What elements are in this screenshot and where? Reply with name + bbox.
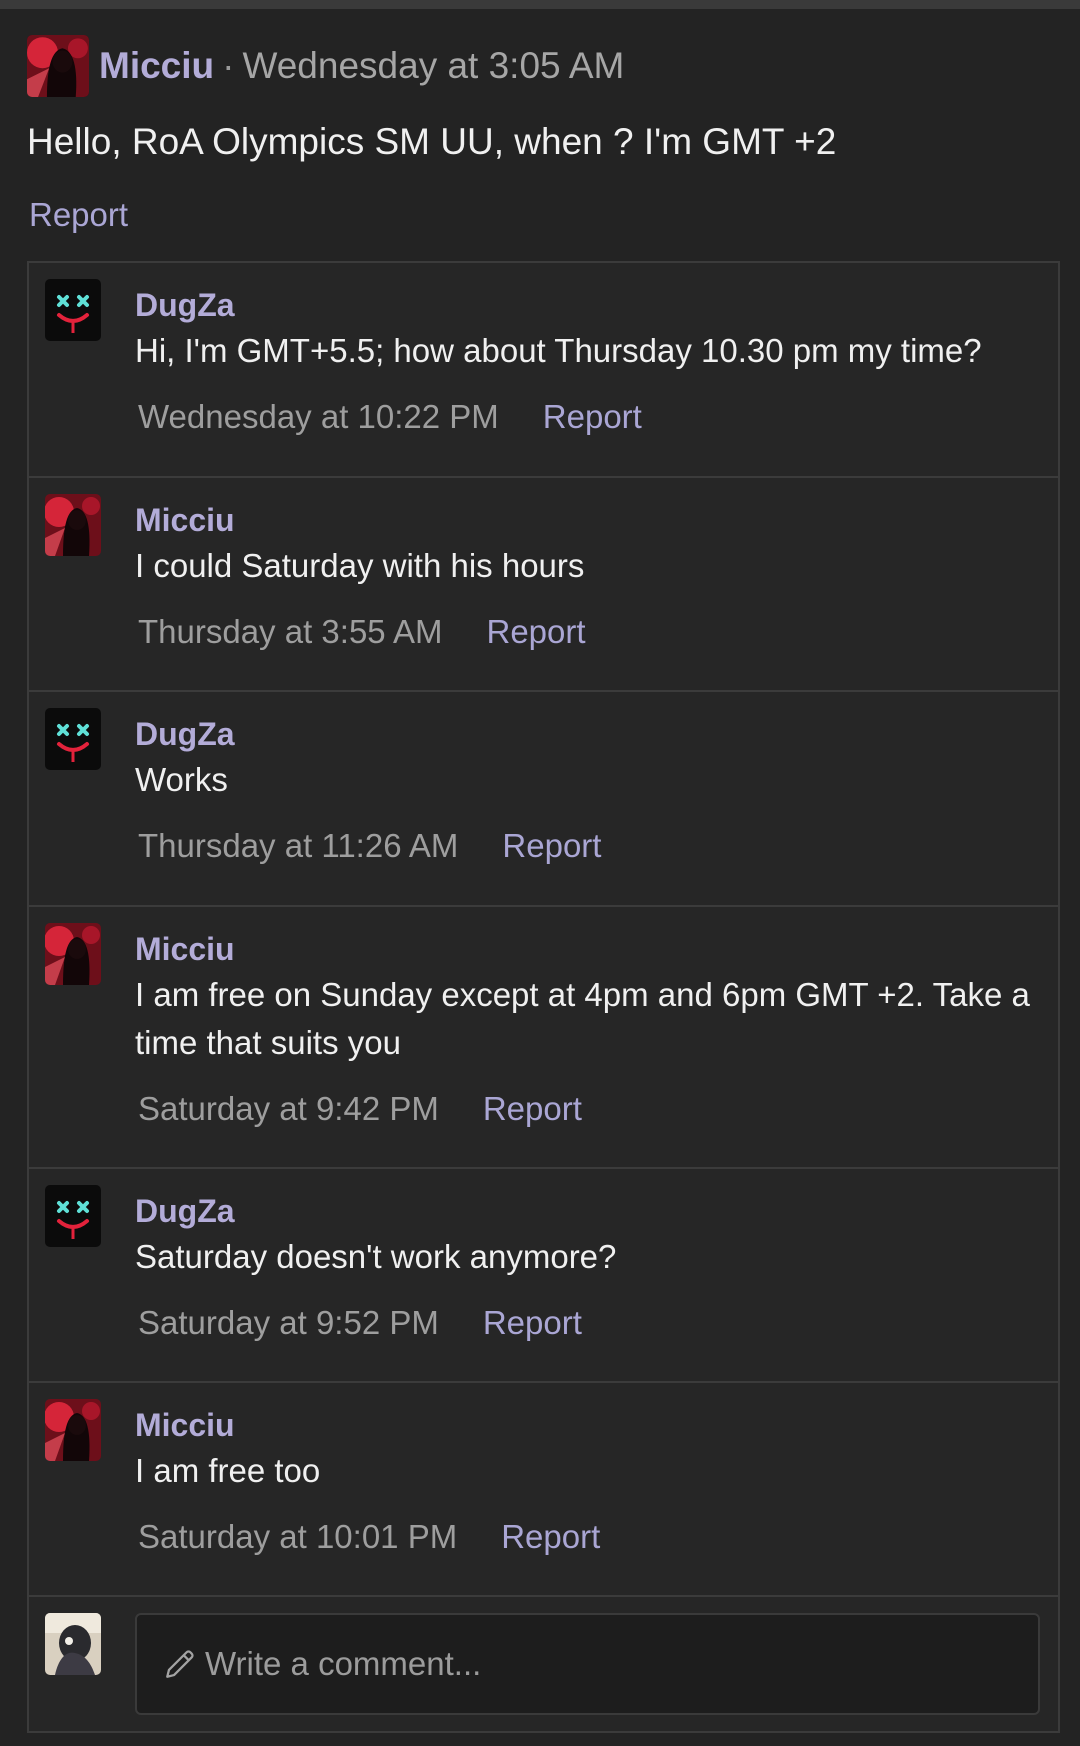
comment-report-link[interactable]: Report (487, 612, 586, 652)
comment-item: DugZa Works Thursday at 11:26 AM Report (29, 692, 1058, 907)
comment-author[interactable]: Micciu (135, 1405, 1042, 1445)
comment-meta: Saturday at 9:42 PM Report (135, 1089, 1042, 1129)
micciu-avatar[interactable] (27, 35, 89, 97)
micciu-avatar[interactable] (45, 923, 101, 985)
comment-meta: Saturday at 9:52 PM Report (135, 1303, 1042, 1343)
post-header: Micciu · Wednesday at 3:05 AM (27, 34, 1053, 98)
comment-timestamp[interactable]: Saturday at 10:01 PM (138, 1517, 457, 1557)
comment-report-link[interactable]: Report (543, 397, 642, 437)
micciu-avatar[interactable] (45, 494, 101, 556)
comment-item: Micciu I could Saturday with his hours T… (29, 478, 1058, 692)
pencil-icon (166, 1650, 194, 1678)
separator-dot: · (222, 45, 235, 86)
comment-item: DugZa Saturday doesn't work anymore? Sat… (29, 1169, 1058, 1383)
comment-timestamp[interactable]: Saturday at 9:42 PM (138, 1089, 439, 1129)
comment-meta: Wednesday at 10:22 PM Report (135, 397, 1042, 437)
comment-author[interactable]: DugZa (135, 1191, 1042, 1231)
comment-item: Micciu I am free on Sunday except at 4pm… (29, 907, 1058, 1169)
dugza-avatar[interactable] (45, 1185, 101, 1247)
comments-thread: DugZa Hi, I'm GMT+5.5; how about Thursda… (27, 261, 1060, 1733)
dugza-avatar[interactable] (45, 708, 101, 770)
comment-text: Hi, I'm GMT+5.5; how about Thursday 10.3… (135, 332, 982, 369)
post-text: Hello, RoA Olympics SM UU, when ? I'm GM… (27, 121, 837, 162)
comment-text: I am free on Sunday except at 4pm and 6p… (135, 976, 1030, 1061)
comment-report-link[interactable]: Report (483, 1303, 582, 1343)
comment-item: DugZa Hi, I'm GMT+5.5; how about Thursda… (29, 263, 1058, 478)
comment-text: I could Saturday with his hours (135, 547, 585, 584)
comment-report-link[interactable]: Report (501, 1517, 600, 1557)
comment-timestamp[interactable]: Wednesday at 10:22 PM (138, 397, 499, 437)
comment-author[interactable]: Micciu (135, 929, 1042, 969)
post-author[interactable]: Micciu (99, 45, 214, 87)
post-report-link[interactable]: Report (29, 196, 128, 234)
comment-meta: Saturday at 10:01 PM Report (135, 1517, 1042, 1557)
comment-composer: Write a comment... (29, 1597, 1058, 1731)
comment-author[interactable]: DugZa (135, 285, 1042, 325)
top-bar (0, 0, 1080, 9)
comment-report-link[interactable]: Report (483, 1089, 582, 1129)
current-user-avatar[interactable] (45, 1613, 101, 1675)
comment-text: Works (135, 761, 228, 798)
comment-meta: Thursday at 11:26 AM Report (135, 826, 1042, 866)
comment-text: I am free too (135, 1452, 321, 1489)
post-timestamp[interactable]: Wednesday at 3:05 AM (242, 45, 624, 87)
comment-timestamp[interactable]: Saturday at 9:52 PM (138, 1303, 439, 1343)
micciu-avatar[interactable] (45, 1399, 101, 1461)
comment-meta: Thursday at 3:55 AM Report (135, 612, 1042, 652)
dugza-avatar[interactable] (45, 279, 101, 341)
comment-item: Micciu I am free too Saturday at 10:01 P… (29, 1383, 1058, 1597)
comment-author[interactable]: DugZa (135, 714, 1042, 754)
comment-timestamp[interactable]: Thursday at 3:55 AM (138, 612, 443, 652)
profile-post: Micciu · Wednesday at 3:05 AM Hello, RoA… (0, 34, 1080, 234)
comment-input[interactable]: Write a comment... (135, 1613, 1040, 1715)
comment-report-link[interactable]: Report (502, 826, 601, 866)
comment-input-placeholder: Write a comment... (205, 1645, 482, 1682)
comment-text: Saturday doesn't work anymore? (135, 1238, 617, 1275)
comment-timestamp[interactable]: Thursday at 11:26 AM (138, 826, 458, 866)
comment-author[interactable]: Micciu (135, 500, 1042, 540)
